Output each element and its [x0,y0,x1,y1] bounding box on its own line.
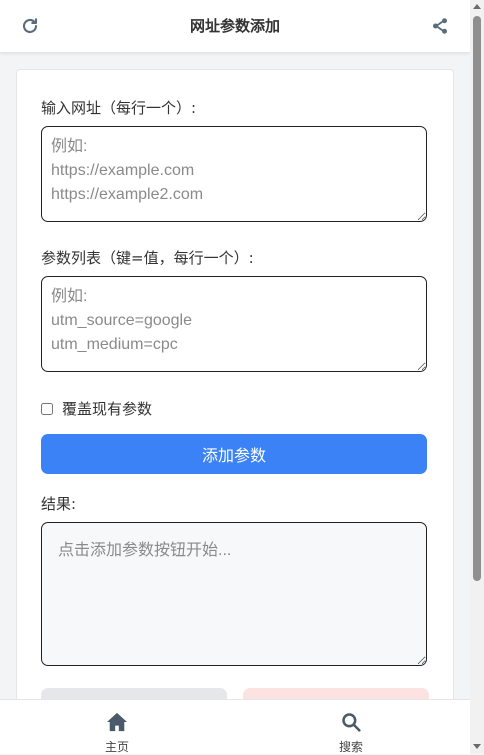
scrollbar-thumb[interactable] [473,16,481,581]
page-scrollbar[interactable] [470,0,484,753]
search-icon [342,713,361,732]
scroll-down-arrow[interactable] [473,744,481,749]
result-label: 结果: [41,495,77,513]
home-icon [107,712,127,732]
overwrite-checkbox[interactable] [41,402,53,415]
urls-label: 输入网址（每行一个）: [41,99,197,117]
form-card: 输入网址（每行一个）: 参数列表（键=值，每行一个）: 覆盖现有参数 添加参数 … [16,69,454,718]
nav-search-label: 搜索 [338,740,363,754]
nav-search[interactable]: 搜索 [311,712,391,755]
page-title: 网址参数添加 [189,17,280,35]
params-textarea[interactable] [41,276,427,372]
add-params-button[interactable]: 添加参数 [41,434,427,474]
share-icon[interactable] [428,14,452,38]
nav-home-label: 主页 [104,740,129,754]
scroll-up-arrow[interactable] [473,4,481,9]
result-textarea[interactable] [41,522,427,666]
params-label: 参数列表（键=值，每行一个）: [41,249,254,267]
overwrite-option[interactable]: 覆盖现有参数 [41,398,152,419]
app-header: 网址参数添加 [0,0,470,53]
overwrite-label: 覆盖现有参数 [62,400,153,418]
nav-home[interactable]: 主页 [77,712,157,755]
urls-textarea[interactable] [41,126,427,222]
bottom-nav: 主页 搜索 [0,699,470,754]
